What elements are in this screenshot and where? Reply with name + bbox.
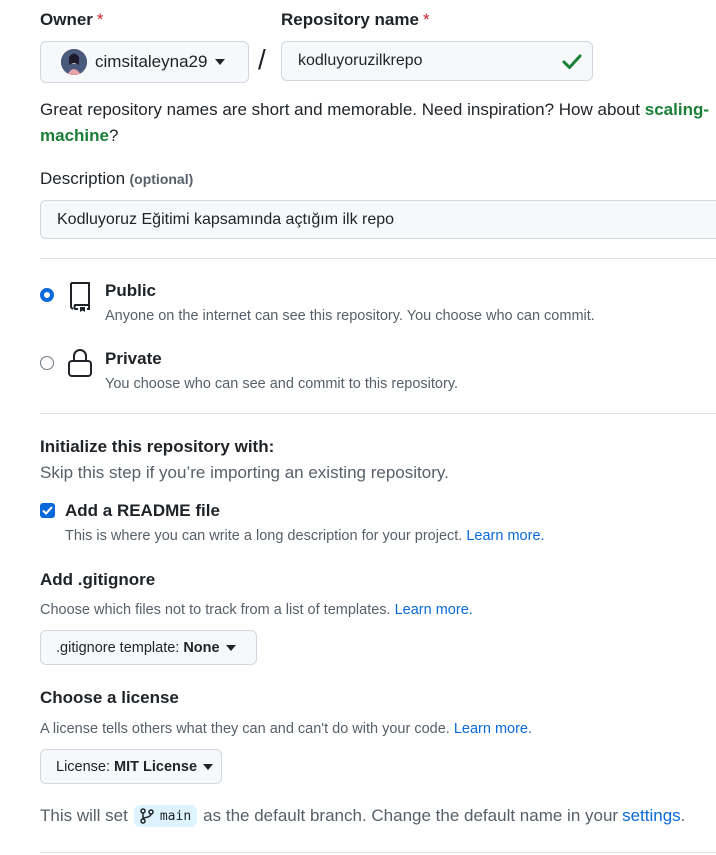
license-button-value: MIT License xyxy=(114,758,198,775)
private-title: Private xyxy=(105,349,162,368)
gitignore-button-prefix: .gitignore template: xyxy=(56,639,180,656)
license-button[interactable]: License: MIT License xyxy=(40,749,222,784)
repo-name-value: kodluyoruzilkrepo xyxy=(298,52,423,69)
readme-label[interactable]: Add a README file xyxy=(65,501,220,521)
init-heading: Initialize this repository with: xyxy=(40,437,275,456)
default-branch-note: This will set main as the default branch… xyxy=(40,805,686,827)
owner-label: Owner * xyxy=(40,10,104,29)
name-suggestion[interactable]: scaling- xyxy=(645,100,709,119)
divider xyxy=(40,258,716,259)
private-desc: You choose who can see and commit to thi… xyxy=(105,376,459,392)
init-subheading: Skip this step if you’re importing an ex… xyxy=(40,463,449,482)
private-radio[interactable] xyxy=(40,356,54,370)
required-mark: * xyxy=(96,10,104,29)
license-button-prefix: License: xyxy=(56,758,111,775)
checkmark-icon xyxy=(42,506,53,515)
license-desc: A license tells others what they can and… xyxy=(40,721,533,737)
repo-icon xyxy=(70,282,90,312)
gitignore-button-value: None xyxy=(183,639,220,656)
optional-tag: (optional) xyxy=(129,171,194,187)
public-title: Public xyxy=(105,281,157,300)
chevron-down-icon xyxy=(203,763,214,770)
description-label: Description (optional) xyxy=(40,169,194,188)
lock-icon xyxy=(68,349,92,377)
divider xyxy=(40,852,716,853)
owner-dropdown[interactable]: cimsitaleyna29 xyxy=(40,41,249,83)
chevron-down-icon xyxy=(215,59,226,65)
gitignore-template-button[interactable]: .gitignore template: None xyxy=(40,630,257,665)
branch-name-code: main xyxy=(133,805,198,827)
license-heading: Choose a license xyxy=(40,688,179,707)
public-radio[interactable] xyxy=(40,288,54,302)
repo-name-input[interactable]: kodluyoruzilkrepo xyxy=(281,41,593,81)
check-icon xyxy=(562,54,582,69)
chevron-down-icon xyxy=(225,644,236,651)
description-input[interactable]: Kodluyoruz Eğitimi kapsamında açtığım il… xyxy=(40,200,716,239)
required-mark: * xyxy=(422,10,430,29)
avatar xyxy=(61,49,87,75)
gitignore-desc: Choose which files not to track from a l… xyxy=(40,602,473,618)
git-branch-icon xyxy=(140,808,154,824)
public-desc: Anyone on the internet can see this repo… xyxy=(105,308,595,324)
readme-checkbox[interactable] xyxy=(40,503,55,518)
gitignore-learn-more-link[interactable]: Learn more. xyxy=(395,602,473,618)
readme-learn-more-link[interactable]: Learn more. xyxy=(466,528,544,544)
owner-repo-separator: / xyxy=(258,44,266,75)
divider xyxy=(40,413,716,414)
gitignore-heading: Add .gitignore xyxy=(40,570,156,589)
description-value: Kodluyoruz Eğitimi kapsamında açtığım il… xyxy=(57,210,395,228)
owner-name: cimsitaleyna29 xyxy=(95,52,208,71)
readme-desc: This is where you can write a long descr… xyxy=(65,528,545,544)
name-suggestion-cont[interactable]: machine xyxy=(40,126,109,145)
license-learn-more-link[interactable]: Learn more. xyxy=(454,721,532,737)
repo-name-label: Repository name * xyxy=(281,10,430,29)
repo-name-hint: Great repository names are short and mem… xyxy=(40,100,710,145)
settings-link[interactable]: settings xyxy=(622,806,681,825)
